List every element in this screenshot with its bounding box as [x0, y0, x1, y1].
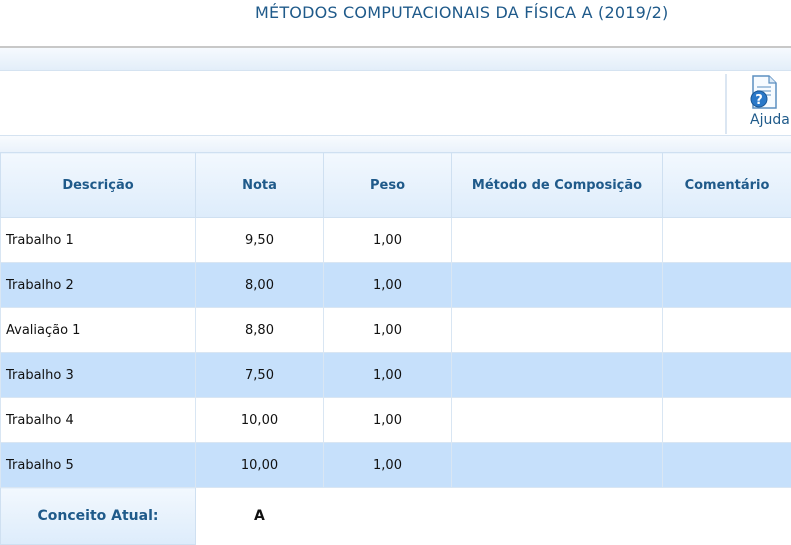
toolbar: ? Ajuda — [0, 70, 791, 136]
cell-peso: 1,00 — [324, 263, 452, 308]
table-header-row: Descrição Nota Peso Método de Composição… — [1, 153, 791, 218]
current-grade-value: A — [196, 488, 791, 545]
column-header-nota: Nota — [196, 153, 324, 218]
cell-peso: 1,00 — [324, 443, 452, 488]
table-row: Avaliação 1 8,80 1,00 — [1, 308, 791, 353]
cell-peso: 1,00 — [324, 353, 452, 398]
cell-nota: 8,00 — [196, 263, 324, 308]
cell-peso: 1,00 — [324, 218, 452, 263]
toolbar-separator — [725, 74, 727, 134]
cell-nota: 9,50 — [196, 218, 324, 263]
table-row: Trabalho 5 10,00 1,00 — [1, 443, 791, 488]
table-row: Trabalho 1 9,50 1,00 — [1, 218, 791, 263]
cell-descricao: Trabalho 3 — [1, 353, 196, 398]
cell-comentario — [663, 353, 791, 398]
help-button[interactable]: ? Ajuda — [740, 74, 791, 134]
column-header-descricao: Descrição — [1, 153, 196, 218]
current-grade-label: Conceito Atual: — [1, 488, 196, 545]
cell-peso: 1,00 — [324, 398, 452, 443]
cell-comentario — [663, 263, 791, 308]
cell-comentario — [663, 443, 791, 488]
column-header-peso: Peso — [324, 153, 452, 218]
cell-descricao: Trabalho 4 — [1, 398, 196, 443]
summary-row: Conceito Atual: A — [1, 488, 791, 545]
cell-nota: 10,00 — [196, 398, 324, 443]
cell-metodo — [452, 308, 663, 353]
cell-comentario — [663, 308, 791, 353]
help-label: Ajuda — [750, 112, 790, 128]
cell-peso: 1,00 — [324, 308, 452, 353]
svg-text:?: ? — [755, 93, 763, 108]
page-title: MÉTODOS COMPUTACIONAIS DA FÍSICA A (2019… — [255, 3, 668, 22]
column-header-comentario: Comentário — [663, 153, 791, 218]
table-top-band — [0, 136, 791, 152]
header-band — [0, 48, 791, 70]
cell-descricao: Trabalho 5 — [1, 443, 196, 488]
cell-nota: 10,00 — [196, 443, 324, 488]
cell-nota: 8,80 — [196, 308, 324, 353]
help-document-icon: ? — [749, 75, 781, 111]
cell-nota: 7,50 — [196, 353, 324, 398]
course-title-bar: MÉTODOS COMPUTACIONAIS DA FÍSICA A (2019… — [0, 0, 791, 46]
cell-descricao: Trabalho 1 — [1, 218, 196, 263]
cell-comentario — [663, 398, 791, 443]
cell-metodo — [452, 353, 663, 398]
grades-table: Descrição Nota Peso Método de Composição… — [0, 152, 791, 545]
cell-comentario — [663, 218, 791, 263]
cell-metodo — [452, 218, 663, 263]
table-row: Trabalho 2 8,00 1,00 — [1, 263, 791, 308]
cell-descricao: Trabalho 2 — [1, 263, 196, 308]
table-row: Trabalho 4 10,00 1,00 — [1, 398, 791, 443]
cell-metodo — [452, 263, 663, 308]
cell-metodo — [452, 398, 663, 443]
table-row: Trabalho 3 7,50 1,00 — [1, 353, 791, 398]
cell-metodo — [452, 443, 663, 488]
column-header-metodo: Método de Composição — [452, 153, 663, 218]
cell-descricao: Avaliação 1 — [1, 308, 196, 353]
